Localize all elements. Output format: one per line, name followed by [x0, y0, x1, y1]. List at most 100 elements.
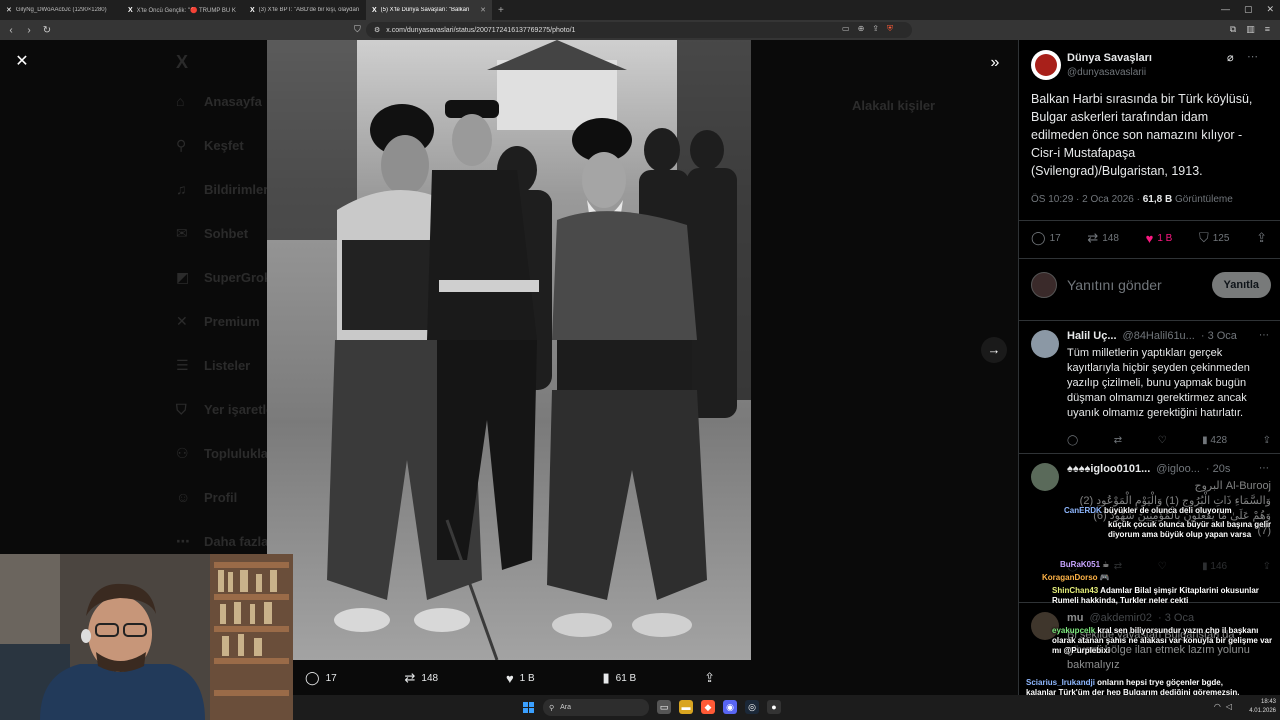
address-bar[interactable]: ⚙ x.com/dunyasavaslari/status/2007172416…: [366, 22, 912, 38]
obs-icon[interactable]: ●: [767, 700, 781, 714]
windows-start-icon[interactable]: [523, 702, 534, 713]
repost-button[interactable]: ⇄ 148: [1087, 230, 1119, 246]
grok-icon: ◩: [176, 268, 190, 285]
site-info-icon[interactable]: ⚙: [374, 26, 380, 34]
author-name[interactable]: Dünya Savaşları: [1067, 52, 1152, 64]
heart-icon[interactable]: ♡: [1158, 561, 1167, 572]
more-options-icon[interactable]: ⋯: [1259, 330, 1269, 341]
share-icon: ⇪: [704, 670, 715, 685]
reply-icon: ◯: [305, 670, 320, 685]
close-window-icon[interactable]: ✕: [1266, 4, 1274, 15]
reply-icon[interactable]: ◯: [1067, 435, 1078, 446]
reply-button[interactable]: ◯ 17: [305, 670, 337, 686]
reply-composer: Yanıtını gönder Yanıtla: [1031, 270, 1271, 300]
reload-icon[interactable]: ↻: [40, 25, 54, 36]
like-button[interactable]: ♥ 1 B: [1146, 230, 1173, 246]
webcam-image: [0, 554, 293, 720]
reply-handle: @84Halil61u...: [1122, 330, 1195, 342]
tab-close-icon[interactable]: ✕: [480, 6, 486, 14]
task-view-icon[interactable]: ▭: [657, 700, 671, 714]
reply-name[interactable]: ♠♠♠♠igloo0101...: [1067, 463, 1150, 475]
views-button[interactable]: ▮ 146: [1202, 561, 1227, 572]
bookmark-button[interactable]: ⛉ 125: [1199, 230, 1229, 246]
collapse-panel-icon[interactable]: »: [984, 52, 1006, 74]
tweet-meta: ÖS 10:29 · 2 Oca 2026 · 61,8 B Görüntüle…: [1031, 194, 1233, 205]
repost-icon: ⇄: [404, 670, 416, 685]
clock[interactable]: 18:43 4.01.2026: [1249, 698, 1276, 716]
folder-icon[interactable]: ▬: [679, 700, 693, 714]
like-button[interactable]: ♥ 1 B: [506, 671, 535, 686]
reply-handle: @akdemir02: [1089, 612, 1153, 624]
reply-item[interactable]: ⋯ Halil Uç... @84Halil61u... · 3 Oca Tüm m…: [1031, 330, 1271, 446]
x-logo-icon: X: [372, 6, 377, 14]
minimize-icon[interactable]: —: [1221, 4, 1230, 15]
reply-input[interactable]: Yanıtını gönder: [1067, 277, 1212, 293]
share-button[interactable]: ⇪: [704, 670, 715, 686]
next-image-button[interactable]: →: [981, 337, 1007, 363]
taskbar-search[interactable]: ⚲ Ara: [543, 699, 649, 716]
reply-icon: ◯: [1031, 230, 1046, 245]
new-tab-button[interactable]: +: [492, 5, 510, 16]
repost-button[interactable]: ⇄ 148: [405, 670, 439, 686]
volume-icon[interactable]: ◁: [1226, 702, 1232, 711]
chat-message: küçük çocuk olunca büyür akıl başına gel…: [1108, 520, 1272, 539]
reply-button[interactable]: ◯ 17: [1031, 230, 1061, 246]
author-avatar[interactable]: [1031, 50, 1061, 80]
share-button[interactable]: ⇪: [1256, 230, 1267, 246]
chat-message: BuRaK051 ☕: [1060, 560, 1110, 569]
repost-icon[interactable]: ⇄: [1114, 435, 1122, 446]
reply-submit-button[interactable]: Yanıtla: [1211, 272, 1271, 298]
menu-icon[interactable]: ≡: [1265, 24, 1270, 35]
bookmark-icon[interactable]: ⛉: [354, 24, 361, 35]
brave-shield-icon[interactable]: ⛨: [887, 24, 893, 34]
zoom-icon[interactable]: ⊕: [858, 24, 865, 34]
bell-icon: ♫: [176, 181, 187, 197]
bg-related-title: Alakalı kişiler: [852, 98, 936, 113]
tab-title: X'te Öncü Gençlik: "🔴 TRUMP BU K: [136, 7, 236, 14]
share-icon[interactable]: ⇪: [1263, 435, 1271, 446]
x-logo-icon: X: [250, 6, 255, 14]
tweet-views-label: Görüntüleme: [1172, 194, 1233, 205]
tweet-time[interactable]: ÖS 10:29 · 2 Oca 2026 ·: [1031, 194, 1143, 205]
bookmark-icon: ⛉: [1198, 230, 1209, 245]
maximize-icon[interactable]: ▢: [1244, 4, 1253, 15]
reply-name[interactable]: Halil Uç...: [1067, 330, 1117, 342]
photo-action-bar: ◯ 17 ⇄ 148 ♥ 1 B ▮ 61 B ⇪: [305, 668, 715, 688]
reply-name[interactable]: mu: [1067, 612, 1084, 624]
back-icon[interactable]: ‹: [4, 25, 18, 36]
forward-icon[interactable]: ›: [22, 25, 36, 36]
steam-icon[interactable]: ◎: [745, 700, 759, 714]
search-icon: ⚲: [176, 136, 187, 153]
reply-text: Tüm milletlerin yaptıkları gerçek kayıtl…: [1067, 347, 1250, 419]
display-icon[interactable]: ▭: [842, 24, 850, 34]
views-button[interactable]: ▮ 428: [1202, 435, 1227, 446]
browser-tab-1[interactable]: ✕ GilyNg_DWoAAcbJc (1290×1280): [0, 0, 122, 20]
brave-icon[interactable]: ◆: [701, 700, 715, 714]
more-options-icon[interactable]: ⋯: [1259, 463, 1269, 474]
reply-time: · 20s: [1205, 463, 1231, 475]
browser-tab-active[interactable]: X (5) X'te Dünya Savaşları: "Balkan ✕: [366, 0, 492, 20]
views-button[interactable]: ▮ 61 B: [603, 670, 637, 686]
discord-icon[interactable]: ◉: [723, 700, 737, 714]
sidebar-icon[interactable]: ▥: [1246, 24, 1255, 35]
extensions-icon[interactable]: ⧉: [1230, 24, 1236, 35]
reply-avatar[interactable]: [1031, 330, 1059, 358]
heart-icon[interactable]: ♡: [1158, 435, 1167, 446]
more-options-icon[interactable]: ⋯: [1247, 50, 1258, 63]
share-icon[interactable]: ⇪: [872, 24, 879, 34]
repost-icon[interactable]: ⇄: [1114, 561, 1122, 572]
grok-icon[interactable]: ⌀: [1227, 51, 1234, 64]
close-viewer-button[interactable]: ✕: [12, 52, 32, 72]
taskbar: ⚲ Ara ▭ ▬ ◆ ◉ ◎ ● ◠ ◁ 18:43 4.01.2026: [293, 695, 1280, 720]
tweet-author[interactable]: Dünya Savaşları @dunyasavaslarii: [1031, 50, 1152, 80]
repost-icon: ⇄: [1087, 230, 1099, 245]
wifi-icon[interactable]: ◠: [1214, 702, 1221, 711]
share-icon[interactable]: ⇪: [1263, 561, 1271, 572]
browser-tab-3[interactable]: X (3) X'te BPT: "ABD'de bir kişi, olayda…: [244, 0, 366, 20]
reply-avatar[interactable]: [1031, 463, 1059, 491]
reply-item[interactable]: ⋯ ♠♠♠♠igloo0101... @igloo... · 20s البروج …: [1031, 463, 1271, 572]
author-handle[interactable]: @dunyasavaslarii: [1067, 67, 1152, 78]
list-icon: ☰: [176, 356, 189, 373]
chat-message: KoraganDorso 🎮: [1042, 573, 1110, 582]
browser-tab-2[interactable]: X X'te Öncü Gençlik: "🔴 TRUMP BU K: [122, 0, 244, 20]
